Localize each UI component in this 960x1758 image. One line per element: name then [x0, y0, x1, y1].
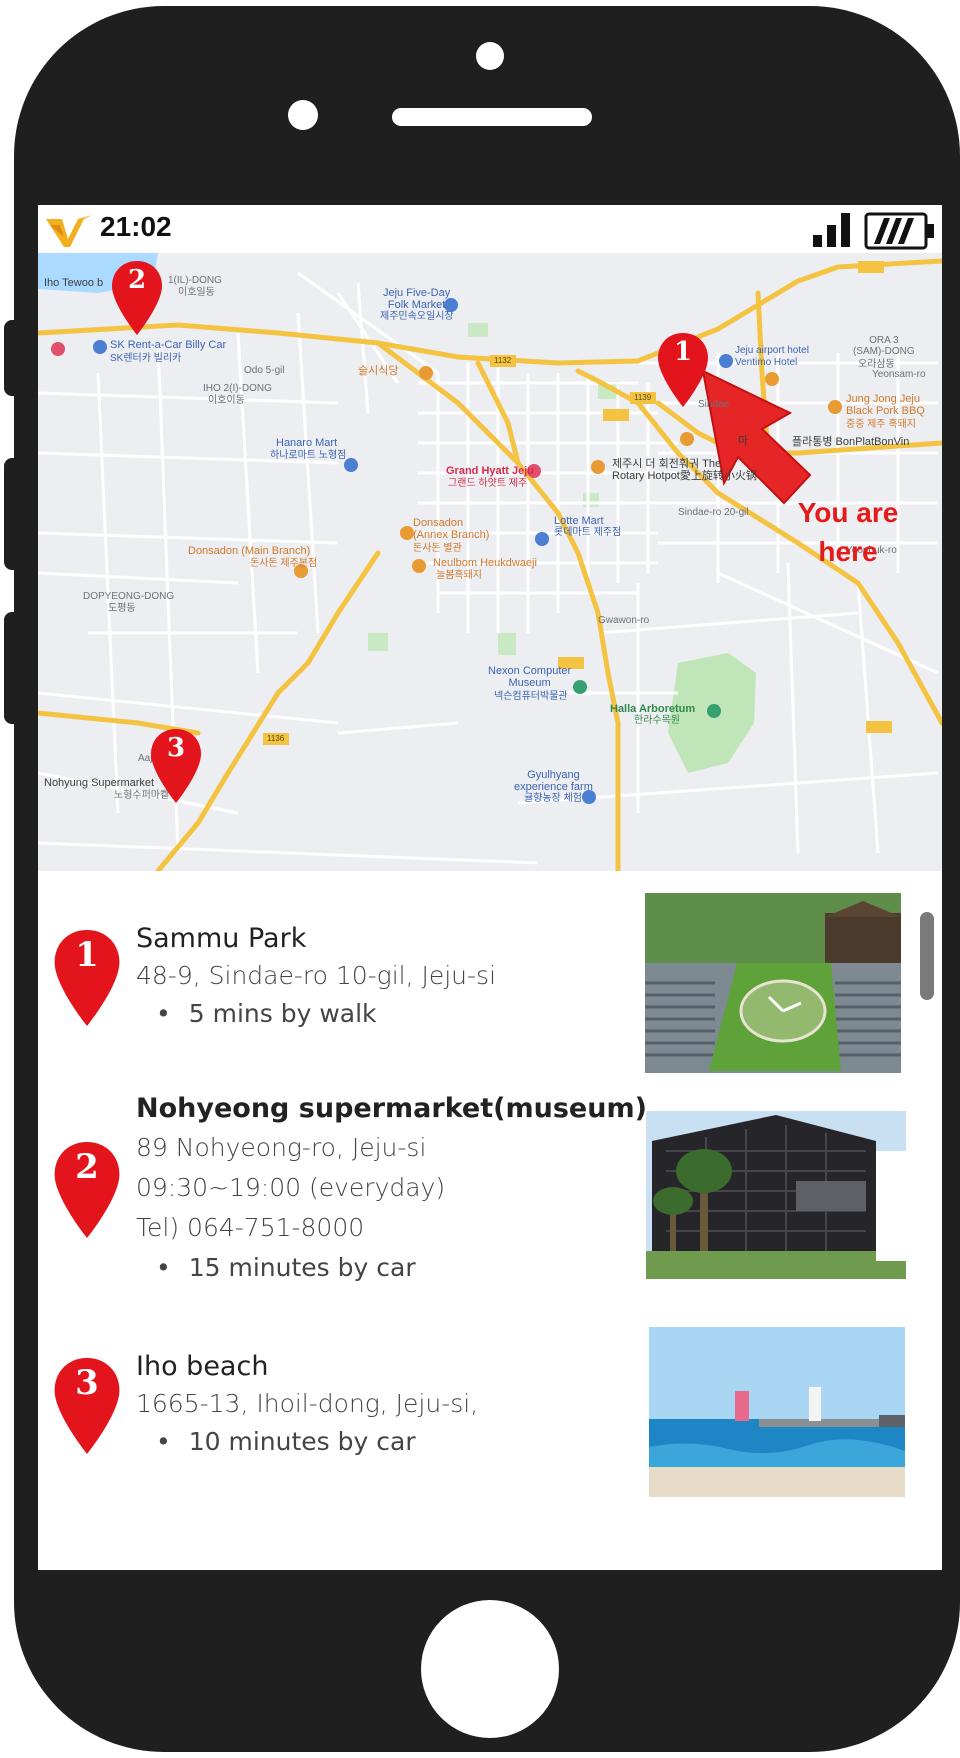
place-address: 1665-13, Ihoil-dong, Jeju-si,: [136, 1389, 479, 1418]
place-name: Iho beach: [136, 1351, 269, 1382]
map-label-lotte-kr: 롯데마트 제주점: [554, 527, 622, 538]
map-label-yeonsam: Yeonsam-ro: [872, 369, 926, 380]
side-button-top: [4, 320, 22, 396]
map-label-nexon-kr: 넥슨컴퓨터박물관: [494, 691, 568, 702]
map-label-il-dong: 1(IL)-DONG: [168, 275, 222, 286]
map-label-bonplat: 플라통병 BonPlatBonVin: [792, 436, 910, 448]
map-pin-1[interactable]: 1: [656, 331, 710, 409]
map-label-airport-hotel: Jeju airport hotel: [735, 345, 809, 356]
place-photo-sammu-park: [645, 893, 901, 1073]
map-label-donsadon-annex: Donsadon (Annex Branch): [413, 517, 490, 542]
map-label-sk-rent-kr: SK렌터카 빌리카: [110, 353, 182, 364]
map-label-donsadon-main: Donsadon (Main Branch): [188, 545, 311, 557]
side-button-middle: [4, 458, 22, 570]
map-label-jung-jong: Jung Jong Jeju Black Pork BBQ: [846, 393, 925, 418]
list-pin-3: 3: [52, 1355, 122, 1457]
map-pin-number: 2: [127, 265, 147, 295]
map-label-hanaro-kr: 하나로마트 노형점: [270, 450, 347, 461]
callout-line-2: here: [818, 536, 878, 568]
map-pin-number: 3: [166, 733, 186, 763]
map-label-sindae-20gil: Sindae-ro 20-gil: [678, 507, 749, 518]
map-label-sulsigdang: 술시식당: [358, 365, 399, 377]
phone-screen: 21:02 Iho Tewoo b 1(IL)-DONG 이호일동 Jeju F…: [38, 205, 942, 1570]
map-label-sk-rent: SK Rent-a-Car Billy Car: [110, 339, 227, 351]
map-label-rotary: 제주시 더 회전훠궈 The Rotary Hotpot愛上旋转小火锅: [612, 458, 757, 483]
list-pin-number: 1: [75, 935, 99, 975]
route-1132-label: 1132: [494, 356, 512, 365]
place-travel-time: 5 mins by walk: [156, 999, 377, 1028]
map-label-donsadon-main-kr: 돈사돈 제주본점: [250, 558, 318, 569]
map-pin-2[interactable]: 2: [110, 259, 164, 337]
map-label-nexon: Nexon Computer Museum: [488, 665, 572, 690]
map-label-dopyeong: DOPYEONG-DONG: [83, 591, 175, 602]
proximity-sensor: [288, 100, 318, 130]
map-label-halla-kr: 한라수목원: [634, 715, 680, 726]
list-pin-number: 3: [75, 1363, 99, 1403]
map-label-folk-market: Jeju Five-Day Folk Market: [383, 287, 451, 312]
map-label-donsadon-annex-kr: 돈사돈 별관: [413, 543, 462, 554]
map-label-halla: Halla Arboretum: [610, 703, 696, 715]
map-label-gyulhyang-kr: 귤향농장 체험: [524, 793, 582, 804]
map-label-grand-hyatt-kr: 그랜드 하얏트 제주: [448, 478, 528, 489]
place-name: Nohyeong supermarket(museum): [136, 1093, 647, 1124]
map-label-iho-tewoo: Iho Tewoo b: [44, 277, 104, 289]
list-scrollbar[interactable]: [920, 912, 934, 1000]
you-are-here-callout: You are here: [778, 493, 918, 571]
map-pin-number: 1: [673, 337, 693, 367]
map-view[interactable]: Iho Tewoo b 1(IL)-DONG 이호일동 Jeju Five-Da…: [38, 253, 942, 871]
map-label-nohyung: Nohyung Supermarket: [44, 777, 155, 789]
route-1139-label: 1139: [634, 393, 652, 402]
place-travel-time: 15 minutes by car: [156, 1253, 416, 1282]
side-button-bottom: [4, 612, 22, 724]
place-name: Sammu Park: [136, 923, 307, 954]
place-photo-nohyeong-supermarket: [646, 1111, 906, 1279]
map-label-ora3: ORA 3 (SAM)-DONG: [853, 335, 915, 357]
map-label-folk-market-kr: 제주민속오일시장: [380, 311, 454, 322]
front-camera: [476, 42, 504, 70]
route-1136-label: 1136: [267, 734, 285, 743]
map-label-lotte: Lotte Mart: [554, 515, 604, 527]
map-label-gwawon: Gwawon-ro: [598, 615, 650, 626]
map-label-ventimo: Ventimo Hotel: [735, 357, 798, 368]
signal-bars-icon: [813, 213, 850, 247]
map-label-iho2-kr: 이호이동: [208, 395, 245, 406]
map-label-gyulhyang: Gyulhyang experience farm: [514, 769, 593, 794]
map-label-il-dong-kr: 이호일동: [178, 287, 215, 298]
map-pin-3[interactable]: 3: [149, 727, 203, 805]
list-pin-2: 2: [52, 1139, 122, 1241]
map-label-ma: 마: [738, 435, 749, 447]
map-label-iho2: IHO 2(I)-DONG: [203, 383, 272, 394]
earpiece-speaker: [392, 108, 592, 126]
map-label-neulbom-kr: 늘봄흑돼지: [436, 570, 482, 581]
map-label-hanaro: Hanaro Mart: [276, 437, 338, 449]
map-label-jung-jong-kr: 중중 제주 흑돼지: [846, 419, 916, 430]
brand-v-logo: [46, 215, 92, 247]
place-travel-time: 10 minutes by car: [156, 1427, 416, 1456]
places-list[interactable]: 1 Sammu Park 48-9, Sindae-ro 10-gil, Jej…: [38, 871, 942, 1570]
status-bar: 21:02: [38, 205, 942, 253]
callout-line-1: You are: [797, 497, 899, 528]
map-label-neulbom: Neulbom Heukdwaeji: [433, 557, 537, 569]
place-hours: 09:30~19:00 (everyday): [136, 1173, 446, 1202]
list-pin-1: 1: [52, 927, 122, 1029]
map-label-grand-hyatt: Grand Hyatt Jeju: [446, 465, 535, 477]
map-label-dopyeong-kr: 도평동: [108, 603, 136, 614]
place-address: 48-9, Sindae-ro 10-gil, Jeju-si: [136, 961, 497, 990]
clock: 21:02: [100, 211, 172, 242]
place-phone: Tel) 064-751-8000: [136, 1213, 365, 1242]
place-address: 89 Nohyeong-ro, Jeju-si: [136, 1133, 427, 1162]
battery-icon: [864, 212, 934, 250]
map-label-odo: Odo 5-gil: [244, 365, 285, 376]
place-photo-iho-beach: [649, 1327, 905, 1497]
list-pin-number: 2: [75, 1147, 99, 1187]
home-button[interactable]: [421, 1600, 559, 1738]
